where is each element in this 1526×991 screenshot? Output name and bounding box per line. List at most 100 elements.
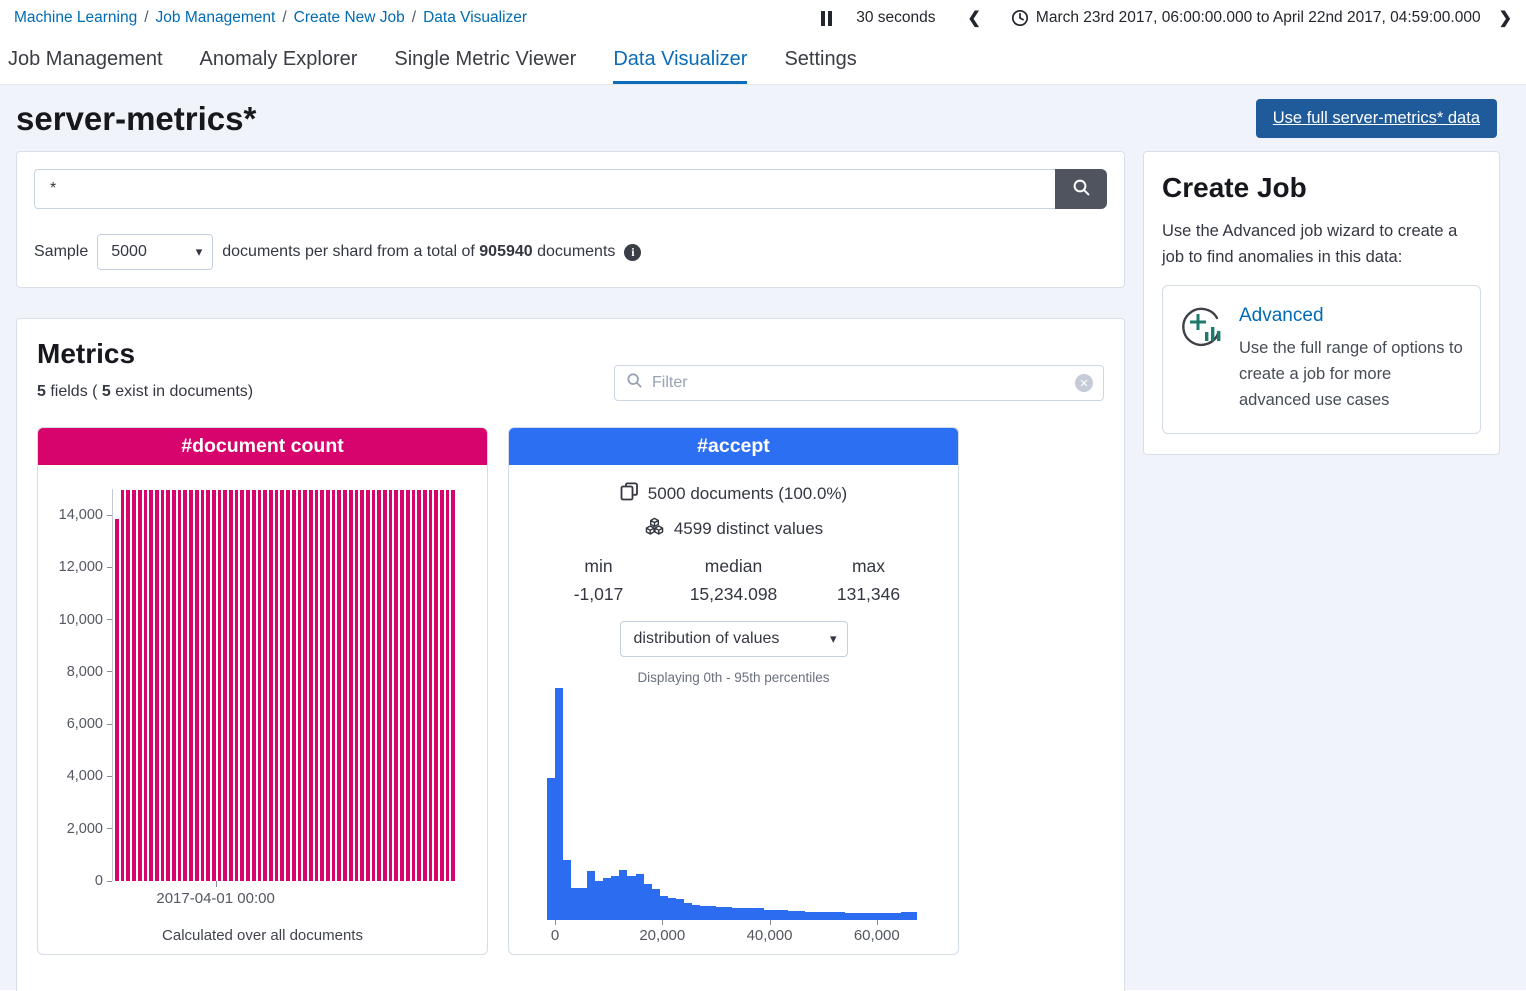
bar	[138, 490, 142, 881]
bar	[349, 490, 353, 881]
histogram-bar	[748, 908, 756, 920]
filter-search-icon	[626, 372, 643, 394]
x-axis-tick	[877, 920, 878, 925]
histogram-bar	[571, 888, 579, 920]
bar	[429, 490, 433, 881]
breadcrumb: Machine Learning/Job Management/Create N…	[14, 9, 527, 27]
histogram-bar	[796, 911, 804, 920]
search-button[interactable]	[1055, 169, 1107, 209]
y-axis-tick	[107, 724, 112, 725]
x-axis-tick	[555, 920, 556, 925]
histogram-bar	[579, 888, 587, 920]
sample-size-select[interactable]: 5000 ▾	[97, 234, 213, 270]
bar	[280, 490, 284, 881]
chart-type-select[interactable]: distribution of values ▾	[620, 621, 848, 657]
bar	[178, 490, 182, 881]
tab-settings[interactable]: Settings	[784, 34, 856, 84]
clear-filter-icon[interactable]: ✕	[1075, 374, 1093, 392]
bar	[389, 490, 393, 881]
bar	[360, 490, 364, 881]
histogram-bar	[611, 876, 619, 920]
bar	[121, 490, 125, 881]
histogram-bar	[837, 912, 845, 920]
bar	[286, 490, 290, 881]
breadcrumb-link-data-visualizer[interactable]: Data Visualizer	[423, 9, 527, 26]
histogram-bar	[788, 911, 796, 920]
x-axis-tick	[770, 920, 771, 925]
use-full-data-button[interactable]: Use full server-metrics* data	[1256, 99, 1497, 138]
metrics-panel: Metrics 5 fields ( 5 exist in documents)…	[16, 318, 1125, 991]
percentile-note: Displaying 0th - 95th percentiles	[509, 670, 958, 685]
y-axis-tick	[107, 881, 112, 882]
sample-suffix: documents per shard from a total of 9059…	[222, 243, 615, 261]
filter-field: ✕	[614, 365, 1104, 401]
metric-card-title: #accept	[509, 428, 958, 465]
bar	[383, 490, 387, 881]
median-value: 15,234.098	[666, 584, 801, 605]
histogram-bar	[893, 913, 901, 920]
bar	[320, 490, 324, 881]
document-count-chart: 02,0004,0006,0008,00010,00012,00014,0002…	[112, 489, 455, 881]
bar	[440, 490, 444, 881]
distinct-values-stat: 4599 distinct values	[509, 517, 958, 541]
bar	[417, 490, 421, 881]
info-icon[interactable]: i	[624, 244, 641, 261]
min-value: -1,017	[531, 584, 666, 605]
metrics-title: Metrics	[37, 338, 253, 370]
bar	[263, 490, 267, 881]
y-axis-tick-label: 0	[43, 873, 103, 889]
filter-input[interactable]	[652, 374, 1066, 392]
histogram-bar	[627, 876, 635, 920]
bar	[292, 490, 296, 881]
search-icon	[1072, 178, 1091, 200]
y-axis-tick	[107, 567, 112, 568]
tab-single-metric-viewer[interactable]: Single Metric Viewer	[394, 34, 576, 84]
bar	[315, 490, 319, 881]
pause-icon[interactable]	[821, 11, 832, 26]
bar	[377, 490, 381, 881]
histogram-bar	[853, 913, 861, 920]
histogram-bar	[821, 912, 829, 920]
bar	[206, 490, 210, 881]
bar	[252, 490, 256, 881]
breadcrumb-separator: /	[282, 9, 286, 26]
tab-data-visualizer[interactable]: Data Visualizer	[613, 34, 747, 84]
bar	[275, 490, 279, 881]
search-input[interactable]	[34, 169, 1055, 209]
tab-anomaly-explorer[interactable]: Anomaly Explorer	[200, 34, 358, 84]
histogram-bar	[885, 913, 893, 920]
chevron-left-icon[interactable]: ❮	[968, 8, 981, 28]
histogram-bar	[813, 912, 821, 920]
breadcrumb-link-create-new-job[interactable]: Create New Job	[294, 9, 405, 26]
histogram-bar	[652, 889, 660, 920]
histogram-bar	[587, 871, 595, 920]
bar	[144, 490, 148, 881]
x-axis-tick	[662, 920, 663, 925]
histogram-bar	[676, 899, 684, 920]
bar	[166, 490, 170, 881]
time-range[interactable]: March 23rd 2017, 06:00:00.000 to April 2…	[1036, 9, 1481, 27]
bar	[258, 490, 262, 881]
caret-down-icon: ▾	[196, 244, 203, 260]
median-label: median	[666, 556, 801, 577]
tab-job-management[interactable]: Job Management	[8, 34, 163, 84]
histogram-bar	[684, 903, 692, 920]
advanced-job-icon	[1178, 303, 1224, 413]
breadcrumb-link-machine-learning[interactable]: Machine Learning	[14, 9, 137, 26]
bar	[218, 490, 222, 881]
bar	[172, 490, 176, 881]
bar	[240, 490, 244, 881]
sample-size-value: 5000	[111, 243, 147, 261]
advanced-link[interactable]: Advanced	[1239, 305, 1466, 327]
caret-down-icon: ▾	[830, 631, 837, 647]
advanced-job-option[interactable]: Advanced Use the full range of options t…	[1162, 285, 1481, 434]
histogram-bar	[700, 906, 708, 920]
bar	[269, 490, 273, 881]
distinct-values-icon	[644, 517, 665, 541]
refresh-interval[interactable]: 30 seconds	[856, 9, 935, 27]
bar	[332, 490, 336, 881]
breadcrumb-link-job-management[interactable]: Job Management	[156, 9, 276, 26]
chevron-right-icon[interactable]: ❯	[1499, 8, 1512, 28]
accept-distribution-chart: 020,00040,00060,000	[547, 688, 917, 946]
y-axis-tick	[107, 776, 112, 777]
